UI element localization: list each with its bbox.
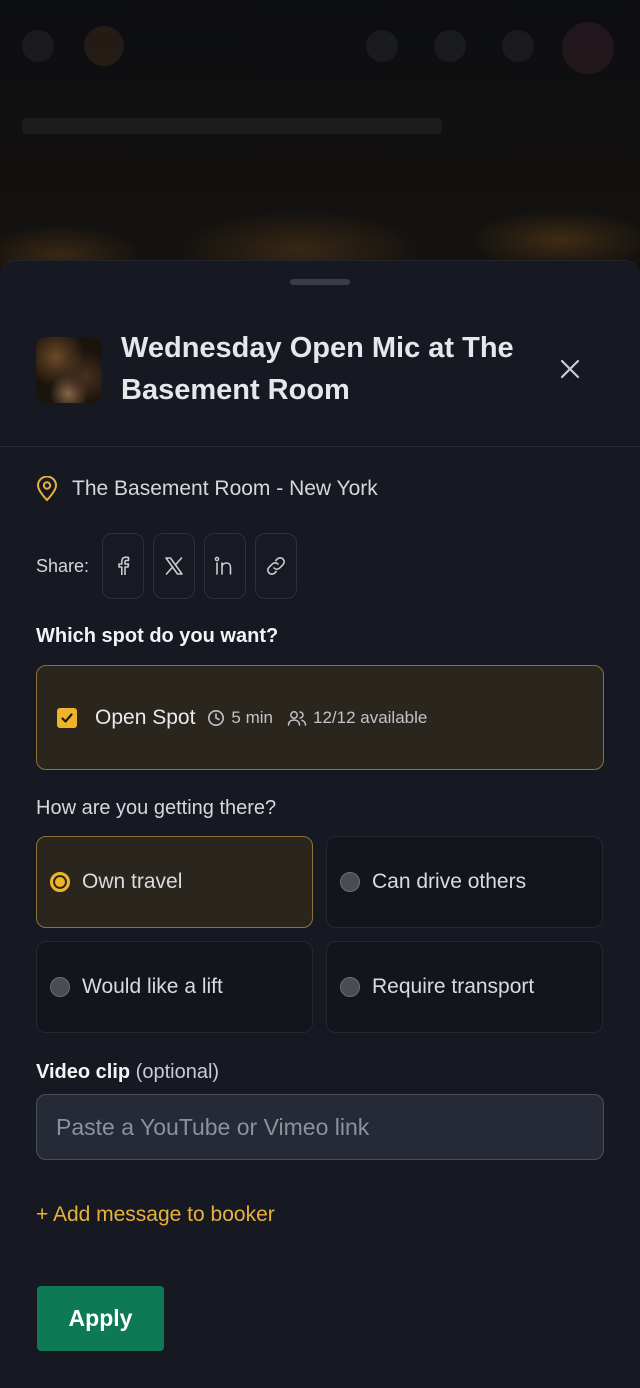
location-text: The Basement Room - New York <box>72 477 378 500</box>
spot-duration: 5 min <box>207 708 273 728</box>
blurred-bell-icon <box>434 30 466 62</box>
add-message-link[interactable]: + Add message to booker <box>36 1203 275 1227</box>
spot-question: Which spot do you want? <box>36 625 279 647</box>
video-clip-label: Video clip (optional) <box>36 1061 219 1084</box>
blurred-search-icon <box>366 30 398 62</box>
availability-text: 12/12 available <box>312 707 428 727</box>
apply-button[interactable]: Apply <box>37 1286 164 1351</box>
video-label-text: Video clip <box>36 1061 131 1083</box>
radio-require-transport[interactable] <box>340 977 360 997</box>
close-button[interactable] <box>554 353 586 385</box>
event-location: The Basement Room - New York <box>36 474 378 504</box>
travel-question: How are you getting there? <box>36 797 277 819</box>
drag-handle[interactable] <box>290 279 350 285</box>
spot-name: Open Spot <box>95 705 196 729</box>
radio-own-travel[interactable] <box>50 872 70 892</box>
blurred-menu-icon <box>22 30 54 62</box>
blurred-chat-icon <box>502 30 534 62</box>
link-icon <box>267 557 285 575</box>
travel-option-own-travel[interactable]: Own travel <box>36 836 313 928</box>
radio-would-like-a-lift[interactable] <box>50 977 70 997</box>
share-label: Share: <box>36 555 90 576</box>
share-x-button[interactable] <box>153 533 195 599</box>
spot-availability: 12/12 available <box>287 708 427 728</box>
linkedin-icon <box>214 556 232 575</box>
video-link-input[interactable] <box>36 1094 604 1160</box>
travel-option-require-transport[interactable]: Require transport <box>326 941 603 1033</box>
sheet-header: Wednesday Open Mic at The Basement Room <box>0 311 640 447</box>
duration-text: 5 min <box>231 707 273 727</box>
blurred-avatar <box>562 22 614 74</box>
copy-link-button[interactable] <box>255 533 297 599</box>
option-label: Can drive others <box>372 870 527 893</box>
spot-option-open-spot[interactable]: Open Spot 5 min 12/12 available <box>36 665 604 770</box>
option-label: Would like a lift <box>82 975 223 998</box>
background-page <box>0 0 640 300</box>
blurred-breadcrumb <box>22 118 442 134</box>
clock-icon <box>208 709 225 726</box>
video-optional-text: (optional) <box>135 1061 220 1083</box>
checkmark-icon <box>61 712 73 723</box>
users-icon <box>287 710 307 726</box>
travel-option-can-drive-others[interactable]: Can drive others <box>326 836 603 928</box>
travel-option-would-like-a-lift[interactable]: Would like a lift <box>36 941 313 1033</box>
event-title: Wednesday Open Mic at The Basement Room <box>121 332 514 406</box>
close-icon <box>560 359 580 379</box>
share-linkedin-button[interactable] <box>204 533 246 599</box>
x-icon <box>165 557 183 575</box>
event-thumbnail <box>36 337 102 403</box>
blurred-logo <box>84 26 124 66</box>
share-row: Share: <box>36 533 306 599</box>
spot-checkbox[interactable] <box>57 707 77 728</box>
map-pin-icon <box>36 476 58 502</box>
option-label: Own travel <box>82 870 183 893</box>
radio-can-drive-others[interactable] <box>340 872 360 892</box>
facebook-icon <box>118 556 130 575</box>
share-facebook-button[interactable] <box>102 533 144 599</box>
option-label: Require transport <box>372 975 535 998</box>
booking-sheet: Wednesday Open Mic at The Basement Room … <box>0 260 640 1388</box>
